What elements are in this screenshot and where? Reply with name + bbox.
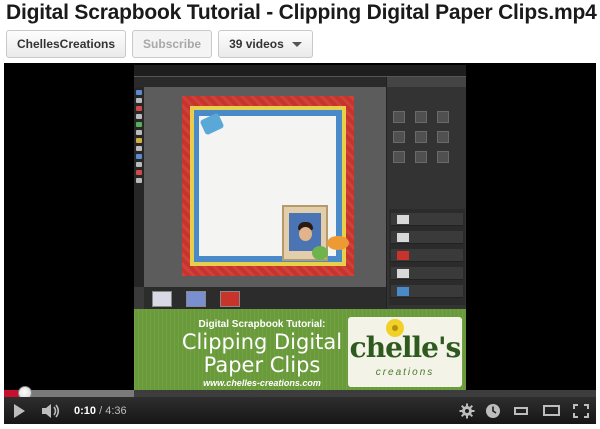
small-player-button[interactable]	[506, 397, 536, 424]
play-icon	[13, 403, 25, 418]
duration: 4:36	[105, 404, 127, 417]
ps-title-bar	[134, 65, 466, 77]
fullscreen-icon	[573, 403, 589, 418]
scrapbook-page	[182, 96, 354, 276]
ps-toolbox	[134, 87, 144, 287]
volume-button[interactable]	[34, 397, 68, 424]
large-player-button[interactable]	[536, 397, 566, 424]
settings-button[interactable]	[454, 397, 480, 424]
player-controls: 0:10 / 4:36	[4, 397, 596, 424]
video-frame[interactable]: Digital Scrapbook Tutorial: Clipping Dig…	[134, 65, 466, 392]
clock-icon	[486, 403, 500, 418]
large-player-icon	[542, 405, 560, 416]
ps-layers-panel	[389, 209, 465, 305]
gear-icon	[459, 403, 475, 418]
promo-banner: Digital Scrapbook Tutorial: Clipping Dig…	[134, 309, 466, 392]
video-title: Digital Scrapbook Tutorial - Clipping Di…	[6, 1, 597, 24]
time-separator: /	[96, 404, 106, 417]
leaf-embellishment	[312, 246, 328, 260]
volume-icon	[42, 403, 60, 418]
watch-later-button[interactable]	[480, 397, 506, 424]
flower-embellishment	[327, 236, 349, 250]
ps-project-bin	[144, 287, 386, 309]
child-photo	[289, 213, 321, 251]
subscribe-button[interactable]: Subscribe	[132, 30, 213, 58]
chevron-down-icon	[291, 41, 302, 47]
videos-dropdown-button[interactable]: 39 videos	[218, 30, 313, 58]
promo-title-line2: Paper Clips	[203, 353, 321, 377]
current-time: 0:10	[74, 404, 97, 417]
videos-count-label: 39 videos	[229, 37, 284, 51]
chelles-creations-logo: chelle's creations	[348, 317, 462, 387]
fullscreen-button[interactable]	[566, 397, 596, 424]
channel-bar: ChellesCreations Subscribe 39 videos	[6, 30, 313, 58]
small-player-icon	[514, 406, 528, 415]
channel-name-button[interactable]: ChellesCreations	[6, 30, 127, 58]
ps-panels	[386, 77, 466, 309]
progress-bar[interactable]	[4, 386, 596, 400]
play-button[interactable]	[4, 397, 34, 424]
promo-title-line1: Clipping Digital	[181, 330, 343, 354]
promo-url: www.chelles-creations.com	[203, 378, 321, 388]
promo-subtitle: Digital Scrapbook Tutorial:	[198, 319, 326, 330]
video-player[interactable]: Digital Scrapbook Tutorial: Clipping Dig…	[4, 63, 596, 424]
time-display: 0:10 / 4:36	[74, 405, 127, 417]
